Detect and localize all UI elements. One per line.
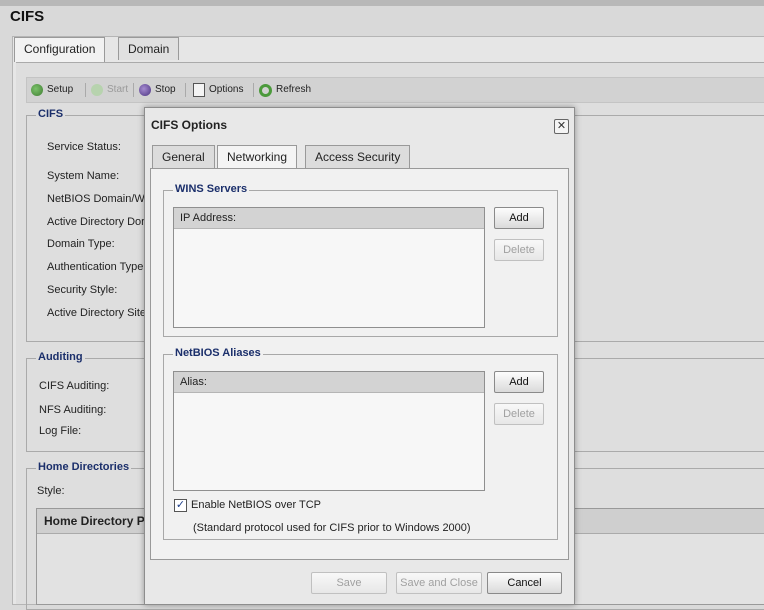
stop-button[interactable]: Stop bbox=[139, 83, 176, 97]
stop-label: Stop bbox=[155, 84, 176, 95]
refresh-button[interactable]: Refresh bbox=[259, 83, 311, 97]
netbios-delete-button[interactable]: Delete bbox=[494, 403, 544, 425]
cifs-section-legend: CIFS bbox=[36, 108, 66, 120]
toolbar-separator bbox=[253, 83, 254, 97]
networking-panel: WINS Servers IP Address: Add Delete NetB… bbox=[150, 168, 569, 560]
enable-netbios-label: Enable NetBIOS over TCP bbox=[191, 499, 322, 511]
authentication-type-label: Authentication Type bbox=[47, 261, 144, 273]
toolbar-separator bbox=[185, 83, 186, 97]
security-style-label: Security Style: bbox=[47, 284, 118, 296]
cancel-button[interactable]: Cancel bbox=[487, 572, 562, 594]
netbios-add-button[interactable]: Add bbox=[494, 371, 544, 393]
options-icon bbox=[193, 83, 205, 97]
toolbar-separator bbox=[85, 83, 86, 97]
wins-add-button[interactable]: Add bbox=[494, 207, 544, 229]
wins-servers-legend: WINS Servers bbox=[173, 183, 250, 195]
start-icon bbox=[91, 84, 103, 96]
home-directories-legend: Home Directories bbox=[36, 461, 132, 473]
enable-netbios-checkbox[interactable]: ✓ bbox=[174, 499, 187, 512]
wins-delete-button[interactable]: Delete bbox=[494, 239, 544, 261]
options-button[interactable]: Options bbox=[193, 83, 243, 97]
ip-address-column-header: IP Address: bbox=[174, 208, 484, 229]
options-label: Options bbox=[209, 84, 244, 95]
cifs-options-dialog: CIFS Options ✕ General Networking Access… bbox=[144, 107, 575, 605]
netbios-alias-list[interactable]: Alias: bbox=[173, 371, 485, 491]
tab-configuration[interactable]: Configuration bbox=[14, 37, 106, 62]
system-name-label: System Name: bbox=[47, 170, 120, 182]
window-top-edge bbox=[0, 0, 764, 6]
home-directory-path-header[interactable]: Home Directory P bbox=[44, 514, 145, 528]
auditing-section-legend: Auditing bbox=[36, 351, 85, 363]
netbios-note: (Standard protocol used for CIFS prior t… bbox=[193, 522, 471, 534]
log-file-label: Log File: bbox=[39, 425, 82, 437]
style-label: Style: bbox=[37, 485, 65, 497]
netbios-domain-label: NetBIOS Domain/W bbox=[47, 193, 145, 205]
save-and-close-button[interactable]: Save and Close bbox=[396, 572, 482, 594]
setup-icon bbox=[31, 84, 43, 96]
cifs-auditing-label: CIFS Auditing: bbox=[39, 380, 110, 392]
close-icon[interactable]: ✕ bbox=[554, 119, 569, 134]
netbios-aliases-legend: NetBIOS Aliases bbox=[173, 347, 263, 359]
domain-type-label: Domain Type: bbox=[47, 238, 115, 250]
toolbar-separator bbox=[133, 83, 134, 97]
service-status-label: Service Status: bbox=[47, 141, 121, 153]
save-button[interactable]: Save bbox=[311, 572, 387, 594]
page-title: CIFS bbox=[10, 8, 45, 25]
refresh-label: Refresh bbox=[276, 84, 312, 95]
refresh-icon bbox=[259, 83, 272, 97]
tab-general[interactable]: General bbox=[152, 145, 215, 168]
setup-button[interactable]: Setup bbox=[31, 83, 73, 97]
dialog-title: CIFS Options bbox=[151, 118, 227, 132]
wins-server-list[interactable]: IP Address: bbox=[173, 207, 485, 328]
tab-access-security[interactable]: Access Security bbox=[305, 145, 411, 168]
tab-domain[interactable]: Domain bbox=[118, 37, 180, 60]
start-label: Start bbox=[107, 84, 129, 95]
active-directory-site-label: Active Directory Site bbox=[47, 307, 147, 319]
stop-icon bbox=[139, 84, 151, 96]
active-directory-domain-label: Active Directory Dor bbox=[47, 216, 145, 228]
start-button[interactable]: Start bbox=[91, 83, 128, 97]
nfs-auditing-label: NFS Auditing: bbox=[39, 404, 107, 416]
setup-label: Setup bbox=[47, 84, 74, 95]
alias-column-header: Alias: bbox=[174, 372, 484, 393]
tab-networking[interactable]: Networking bbox=[217, 145, 298, 169]
toolbar: Setup Start Stop Options Refresh bbox=[26, 77, 764, 103]
